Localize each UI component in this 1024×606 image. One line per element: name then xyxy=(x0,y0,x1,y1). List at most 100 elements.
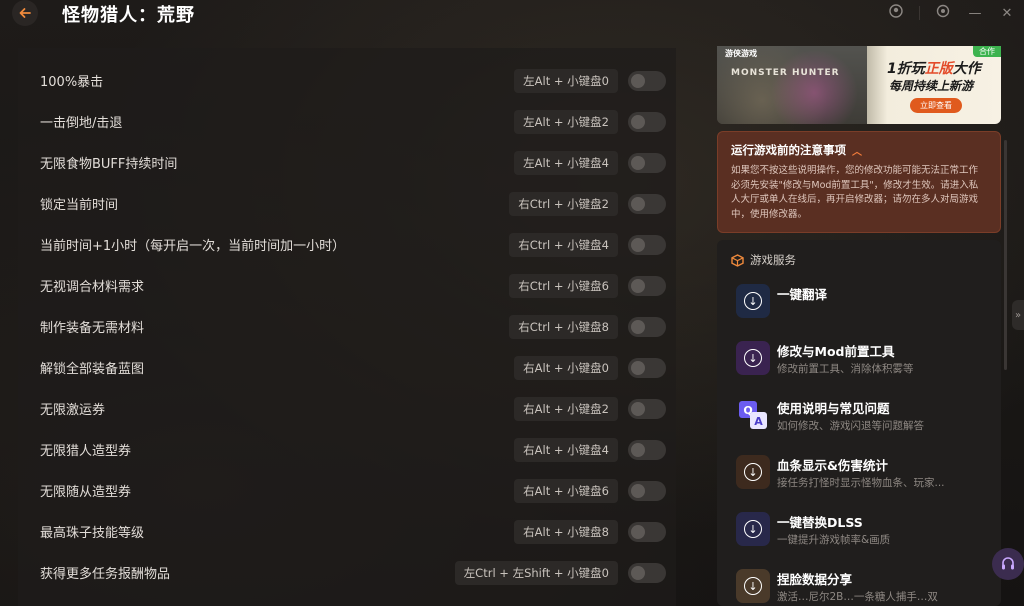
hotkey-badge[interactable]: 右Alt + 小键盘6 xyxy=(514,478,618,503)
cheat-toggle[interactable] xyxy=(628,152,666,173)
cheat-label: 一击倒地/击退 xyxy=(40,116,123,131)
service-title: 使用说明与常见问题 xyxy=(777,401,890,416)
cheat-label: 锁定当前时间 xyxy=(40,198,119,213)
chevron-up-icon[interactable]: ︿ xyxy=(852,143,862,158)
hotkey-badge[interactable]: 右Ctrl + 小键盘6 xyxy=(509,273,618,298)
settings-icon[interactable] xyxy=(934,4,952,22)
hotkey-badge[interactable]: 左Alt + 小键盘0 xyxy=(514,68,618,93)
download-icon: ↓ xyxy=(744,463,762,481)
service-item[interactable]: ↓ 血条显示&伤害统计 接任务打怪时显示怪物血条、玩家... xyxy=(736,453,996,497)
hotkey-badge[interactable]: 右Ctrl + 小键盘8 xyxy=(509,314,618,339)
service-title: 捏脸数据分享 xyxy=(777,572,853,587)
cheat-row: 无限随从造型券 右Alt + 小键盘6 xyxy=(18,470,676,511)
service-subtitle: 激活…尼尔2B…一条糖人捕手…双 xyxy=(777,591,938,603)
cheat-toggle[interactable] xyxy=(628,275,666,296)
service-subtitle: 如何修改、游戏闪退等问题解答 xyxy=(777,420,924,432)
cheat-label: 100%暴击 xyxy=(40,75,104,90)
notice-body: 如果您不按这些说明操作，您的修改功能可能无法正常工作 必须先安装"修改与Mod前… xyxy=(731,165,979,220)
close-icon[interactable]: ✕ xyxy=(998,6,1016,21)
svg-text:A: A xyxy=(754,415,763,428)
cheat-row: 锁定当前时间 右Ctrl + 小键盘2 xyxy=(18,183,676,224)
banner-headline-suffix: 大作 xyxy=(952,61,981,77)
cheat-toggle[interactable] xyxy=(628,480,666,501)
services-header: 游戏服务 xyxy=(731,252,796,268)
cheat-label: 无视调合材料需求 xyxy=(40,280,145,295)
support-button[interactable] xyxy=(992,548,1024,580)
hotkey-badge[interactable]: 右Alt + 小键盘0 xyxy=(514,355,618,380)
hotkey-badge[interactable]: 左Ctrl + 左Shift + 小键盘0 xyxy=(454,560,618,585)
download-icon: ↓ xyxy=(744,520,762,538)
service-title: 血条显示&伤害统计 xyxy=(777,458,888,473)
hotkey-badge[interactable]: 左Alt + 小键盘4 xyxy=(514,150,618,175)
cheat-toggle[interactable] xyxy=(628,439,666,460)
service-item[interactable]: ↓ 捏脸数据分享 激活…尼尔2B…一条糖人捕手…双 xyxy=(736,567,996,606)
cheat-list: 100%暴击 左Alt + 小键盘0 一击倒地/击退 左Alt + 小键盘2 无… xyxy=(18,48,676,606)
banner-headline-prefix: 1折玩 xyxy=(887,61,925,77)
hotkey-badge[interactable]: 右Ctrl + 小键盘4 xyxy=(509,232,618,257)
service-item[interactable]: ↓ 一键替换DLSS 一键提升游戏帧率&画质 xyxy=(736,510,996,554)
service-item[interactable]: ↓ 修改与Mod前置工具 修改前置工具、消除体积雾等 xyxy=(736,339,996,383)
download-icon: ↓ xyxy=(744,349,762,367)
hotkey-badge[interactable]: 右Alt + 小键盘2 xyxy=(514,396,618,421)
cheat-row: 最高珠子技能等级 右Alt + 小键盘8 xyxy=(18,511,676,552)
back-button[interactable] xyxy=(12,0,38,26)
cheat-toggle[interactable] xyxy=(628,234,666,255)
service-title: 修改与Mod前置工具 xyxy=(777,344,895,359)
cheat-row: 一击倒地/击退 左Alt + 小键盘2 xyxy=(18,101,676,142)
service-icon: ↓ xyxy=(736,569,770,603)
hotkey-badge[interactable]: 右Alt + 小键盘8 xyxy=(514,519,618,544)
scrollbar[interactable] xyxy=(1004,140,1007,370)
view-now-button[interactable]: 立即查看 xyxy=(910,98,962,113)
cheat-toggle[interactable] xyxy=(628,357,666,378)
cheat-toggle[interactable] xyxy=(628,70,666,91)
banner-logo: 游侠游戏 xyxy=(725,49,757,58)
box-icon xyxy=(731,253,744,267)
notice-header[interactable]: 运行游戏前的注意事项 ︿ xyxy=(731,142,987,158)
minimize-icon[interactable]: — xyxy=(966,6,984,21)
hotkey-badge[interactable]: 右Alt + 小键盘4 xyxy=(514,437,618,462)
cheat-toggle[interactable] xyxy=(628,562,666,583)
headset-icon xyxy=(1002,557,1014,570)
cheat-label: 无限随从造型券 xyxy=(40,485,132,500)
cheat-label: 解锁全部装备蓝图 xyxy=(40,362,145,377)
service-item[interactable]: ↓ 一键翻译 xyxy=(736,282,996,326)
cheat-label: 制作装备无需材料 xyxy=(40,321,145,336)
service-title: 一键替换DLSS xyxy=(777,515,863,530)
user-icon[interactable] xyxy=(887,4,905,22)
notice-panel: 运行游戏前的注意事项 ︿ 如果您不按这些说明操作，您的修改功能可能无法正常工作 … xyxy=(717,131,1001,233)
cheat-label: 无限猎人造型券 xyxy=(40,444,132,459)
service-icon: ↓ xyxy=(736,284,770,318)
service-title: 一键翻译 xyxy=(777,287,828,302)
cheat-row: 无限猎人造型券 右Alt + 小键盘4 xyxy=(18,429,676,470)
banner-subline: 每周持续上新游 xyxy=(889,79,974,93)
cheat-label: 无限食物BUFF持续时间 xyxy=(40,157,178,172)
expand-panel-tab[interactable]: » xyxy=(1012,300,1024,330)
cheat-label: 最高珠子技能等级 xyxy=(40,526,145,541)
service-subtitle: 接任务打怪时显示怪物血条、玩家... xyxy=(777,477,945,489)
service-icon: ↓ xyxy=(736,341,770,375)
cheat-toggle[interactable] xyxy=(628,521,666,542)
cheat-row: 获得更多任务报酬物品 左Ctrl + 左Shift + 小键盘0 xyxy=(18,552,676,593)
cheat-row: 无限激运券 右Alt + 小键盘2 xyxy=(18,388,676,429)
hotkey-badge[interactable]: 左Alt + 小键盘2 xyxy=(514,109,618,134)
service-subtitle: 一键提升游戏帧率&画质 xyxy=(777,534,891,546)
service-icon: Q A xyxy=(736,398,770,432)
cheat-label: 获得更多任务报酬物品 xyxy=(40,567,171,582)
cheat-row: 当前时间+1小时（每开启一次，当前时间加一小时） 右Ctrl + 小键盘4 xyxy=(18,224,676,265)
notice-title: 运行游戏前的注意事项 xyxy=(731,143,846,157)
cheat-label: 当前时间+1小时（每开启一次，当前时间加一小时） xyxy=(40,239,346,254)
back-arrow-icon xyxy=(19,8,31,18)
service-icon: ↓ xyxy=(736,455,770,489)
cheat-toggle[interactable] xyxy=(628,398,666,419)
game-logo: MONSTER HUNTER xyxy=(731,68,840,78)
service-item[interactable]: Q A 使用说明与常见问题 如何修改、游戏闪退等问题解答 xyxy=(736,396,996,440)
services-title: 游戏服务 xyxy=(750,253,796,267)
hotkey-badge[interactable]: 右Ctrl + 小键盘2 xyxy=(509,191,618,216)
cheat-toggle[interactable] xyxy=(628,193,666,214)
cheat-toggle[interactable] xyxy=(628,316,666,337)
cheat-toggle[interactable] xyxy=(628,111,666,132)
banner-headline-highlight: 正版 xyxy=(924,61,953,77)
cheat-row: 解锁全部装备蓝图 右Alt + 小键盘0 xyxy=(18,347,676,388)
promo-banner[interactable]: 游侠游戏 MONSTER HUNTER 合作 1折玩正版大作 每周持续上新游 立… xyxy=(717,46,1001,124)
cheat-row: 无限食物BUFF持续时间 左Alt + 小键盘4 xyxy=(18,142,676,183)
